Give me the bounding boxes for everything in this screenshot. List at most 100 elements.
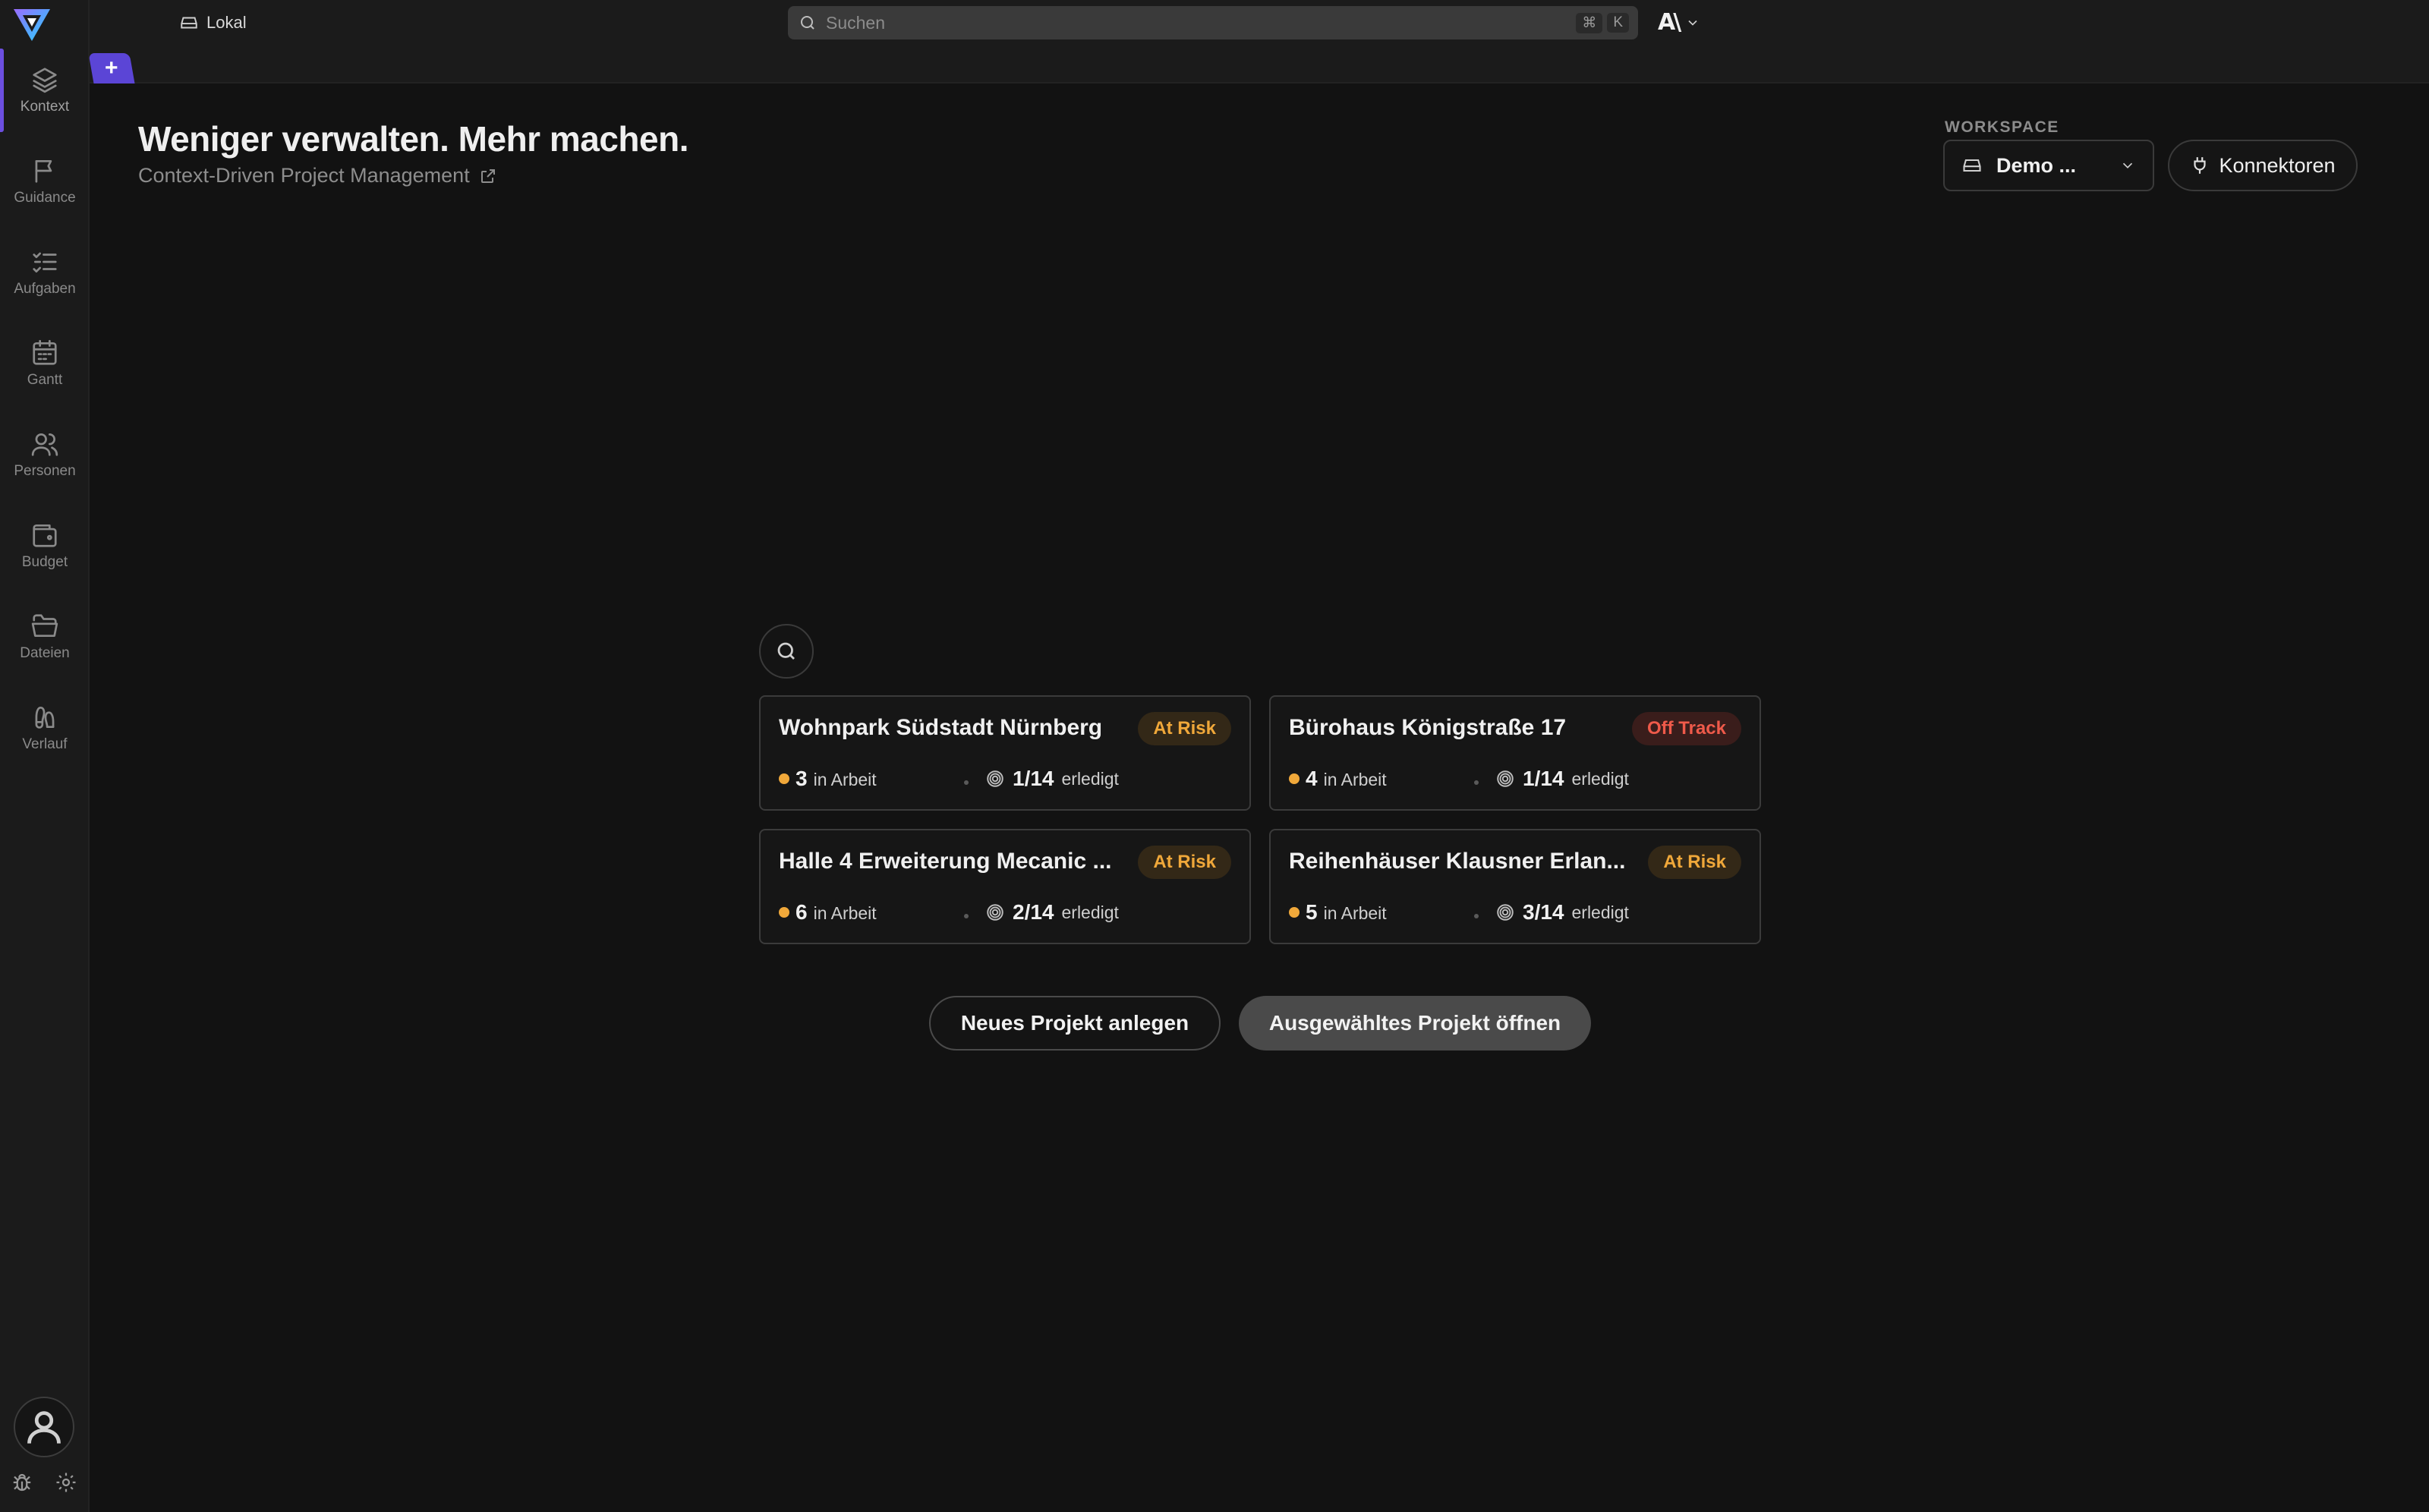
- add-tab-button[interactable]: +: [88, 53, 135, 83]
- open-project-button[interactable]: Ausgewähltes Projekt öffnen: [1239, 996, 1591, 1051]
- footprints-icon: [35, 706, 55, 729]
- in-progress-count: 6: [795, 900, 808, 924]
- sidebar-item-label: Gantt: [27, 372, 63, 388]
- project-name: Wohnpark Südstadt Nürnberg: [779, 715, 1103, 740]
- done-count: 3/14: [1523, 900, 1564, 924]
- project-name: Bürohaus Königstraße 17: [1289, 715, 1567, 740]
- workspace-label: WORKSPACE: [1945, 118, 2059, 136]
- sidebar-item-guidance[interactable]: Guidance: [0, 140, 90, 223]
- drive-icon: [1963, 159, 1981, 172]
- sidebar-item-label: Dateien: [20, 645, 70, 661]
- add-tab-label: +: [105, 55, 118, 80]
- stat-separator: [964, 914, 969, 918]
- done-stat: 1/14 erledigt: [985, 767, 1119, 791]
- target-icon: [1497, 770, 1514, 787]
- in-progress-count: 5: [1306, 900, 1318, 924]
- bug-report-button[interactable]: [11, 1471, 33, 1494]
- sidebar-item-personen[interactable]: Personen: [0, 413, 90, 496]
- sidebar-item-budget[interactable]: Budget: [0, 504, 90, 587]
- sidebar-item-label: Verlauf: [22, 736, 68, 752]
- target-icon: [1497, 904, 1514, 921]
- in-progress-stat: 5 in Arbeit: [1289, 900, 1387, 925]
- target-icon: [987, 770, 1003, 787]
- project-name: Halle 4 Erweiterung Mecanic ...: [779, 849, 1112, 874]
- done-stat: 1/14 erledigt: [1495, 767, 1629, 791]
- sidebar-item-gantt[interactable]: Gantt: [0, 322, 90, 405]
- sidebar-item-dateien[interactable]: Dateien: [0, 595, 90, 679]
- done-count: 1/14: [1013, 767, 1054, 790]
- project-search-button[interactable]: [759, 624, 814, 679]
- search-icon: [777, 642, 795, 660]
- target-icon: [987, 904, 1003, 921]
- in-progress-label: in Arbeit: [813, 770, 877, 789]
- chevron-down-icon: [2122, 162, 2133, 169]
- model-switcher[interactable]: A\: [1658, 9, 1700, 36]
- sidebar-item-label: Aufgaben: [14, 281, 76, 297]
- workspace-selected: Demo ...: [1996, 153, 2077, 177]
- status-badge: Off Track: [1631, 712, 1741, 745]
- location-label: Lokal: [206, 13, 247, 32]
- in-progress-dot-icon: [779, 773, 789, 784]
- top-bar: Lokal Suchen ⌘ K A\: [0, 0, 2429, 83]
- external-link-icon: [480, 169, 495, 183]
- page-subtitle-link[interactable]: Context-Driven Project Management: [138, 164, 497, 187]
- bug-icon: [13, 1473, 31, 1492]
- sidebar-item-kontext[interactable]: Kontext: [0, 49, 90, 132]
- gear-icon: [56, 1473, 76, 1492]
- user-icon: [27, 1411, 61, 1444]
- in-progress-dot-icon: [1289, 907, 1300, 918]
- status-badge: At Risk: [1138, 846, 1231, 879]
- in-progress-label: in Arbeit: [1323, 903, 1387, 923]
- workspace-select[interactable]: Demo ...: [1943, 140, 2154, 191]
- sidebar-item-label: Guidance: [14, 190, 76, 206]
- folder-icon: [31, 614, 58, 638]
- in-progress-count: 3: [795, 767, 808, 790]
- user-avatar-button[interactable]: [14, 1397, 74, 1457]
- sidebar-item-label: Kontext: [20, 99, 70, 115]
- connectors-label: Konnektoren: [2219, 153, 2336, 177]
- wallet-icon: [33, 524, 57, 547]
- location-chip[interactable]: Lokal: [179, 11, 247, 35]
- users-icon: [31, 433, 58, 456]
- done-label: erledigt: [1571, 902, 1629, 922]
- shortcut-hint: ⌘ K: [1576, 12, 1629, 33]
- in-progress-count: 4: [1306, 767, 1318, 790]
- sidebar-item-label: Budget: [21, 554, 68, 570]
- status-badge: At Risk: [1648, 846, 1741, 879]
- page-subtitle: Context-Driven Project Management: [138, 164, 470, 187]
- drive-icon: [181, 17, 197, 29]
- connectors-button[interactable]: Konnektoren: [2168, 140, 2358, 191]
- in-progress-label: in Arbeit: [813, 903, 877, 923]
- k-key: K: [1607, 13, 1629, 33]
- done-label: erledigt: [1061, 902, 1119, 922]
- app-logo[interactable]: [11, 5, 53, 44]
- flag-icon: [35, 159, 52, 183]
- done-label: erledigt: [1061, 768, 1119, 789]
- sidebar-item-verlauf[interactable]: Verlauf: [0, 686, 90, 770]
- done-label: erledigt: [1571, 768, 1629, 789]
- in-progress-stat: 4 in Arbeit: [1289, 767, 1387, 791]
- settings-button[interactable]: [55, 1471, 77, 1494]
- stat-separator: [1474, 914, 1479, 918]
- status-badge: At Risk: [1138, 712, 1231, 745]
- plug-icon: [2194, 157, 2207, 174]
- new-project-button[interactable]: Neues Projekt anlegen: [929, 996, 1221, 1051]
- sidebar-item-label: Personen: [14, 463, 76, 479]
- in-progress-stat: 6 in Arbeit: [779, 900, 877, 925]
- done-stat: 3/14 erledigt: [1495, 900, 1629, 925]
- cmd-key: ⌘: [1576, 12, 1603, 33]
- global-search-input[interactable]: Suchen ⌘ K: [788, 6, 1638, 39]
- project-card[interactable]: Halle 4 Erweiterung Mecanic ... At Risk …: [759, 829, 1251, 944]
- in-progress-label: in Arbeit: [1323, 770, 1387, 789]
- project-card[interactable]: Reihenhäuser Klausner Erlan... At Risk 5…: [1269, 829, 1761, 944]
- done-stat: 2/14 erledigt: [985, 900, 1119, 925]
- layers-icon: [33, 68, 57, 93]
- in-progress-stat: 3 in Arbeit: [779, 767, 877, 791]
- project-card[interactable]: Bürohaus Königstraße 17 Off Track 4 in A…: [1269, 695, 1761, 811]
- stat-separator: [1474, 780, 1479, 785]
- sidebar-item-aufgaben[interactable]: Aufgaben: [0, 231, 90, 314]
- page-title: Weniger verwalten. Mehr machen.: [138, 119, 689, 159]
- stat-separator: [964, 780, 969, 785]
- done-count: 2/14: [1013, 900, 1054, 924]
- project-card[interactable]: Wohnpark Südstadt Nürnberg At Risk 3 in …: [759, 695, 1251, 811]
